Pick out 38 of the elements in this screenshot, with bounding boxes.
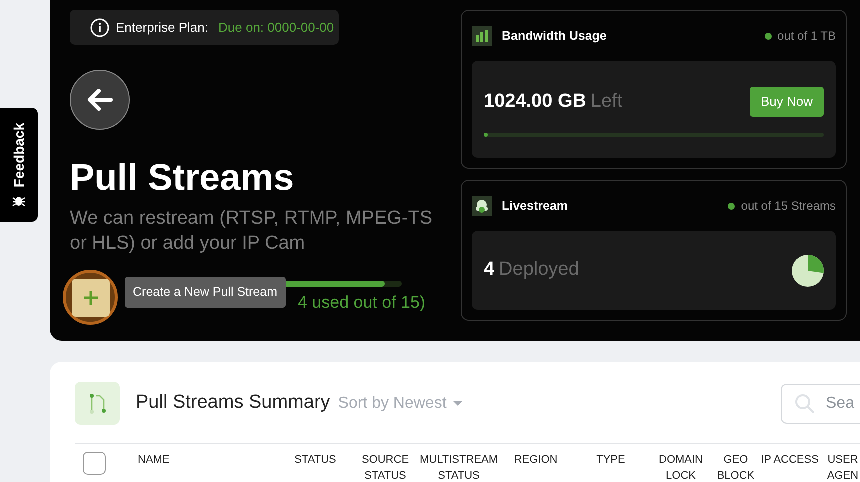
cloud-icon	[472, 196, 492, 216]
back-arrow-icon	[87, 89, 113, 111]
column-header: TYPE	[596, 453, 626, 468]
buy-now-button[interactable]: Buy Now	[750, 87, 824, 116]
card-title: Livestream	[502, 198, 568, 215]
plan-label: Enterprise Plan:	[116, 18, 208, 37]
info-icon	[90, 18, 110, 38]
search-icon	[795, 394, 815, 414]
caret-icon	[452, 401, 463, 406]
column-header: SOURCE STATUS	[360, 453, 410, 482]
column-header: GEO BLOCK	[716, 453, 756, 482]
column-header: REGION	[513, 453, 559, 468]
tooltip: Create a New Pull Stream	[125, 277, 286, 308]
sort-dropdown[interactable]: Sort by Newest	[338, 392, 463, 416]
feedback-tab[interactable]: Feedback	[0, 108, 38, 222]
column-header: IP ACCESS	[760, 453, 820, 468]
column-header: NAME	[138, 453, 171, 468]
search-field[interactable]: Sea	[781, 384, 860, 424]
card-title: Bandwidth Usage	[502, 28, 607, 45]
limit-text: out of 1 TB	[778, 28, 836, 45]
column-header: USER AGEN	[826, 453, 860, 482]
column-header: DOMAIN LOCK	[658, 453, 704, 482]
branch-icon	[75, 382, 120, 425]
limit-text: out of 15 Streams	[741, 198, 836, 215]
page-subtitle: We can restream (RTSP, RTMP, MPEG-TS or HLS) or add your IP Cam	[70, 207, 434, 256]
page-title: Pull Streams	[70, 156, 296, 200]
status-dot	[728, 202, 736, 210]
status-dot	[764, 32, 772, 40]
bandwidth-left: 1024.00 GB Left	[484, 90, 623, 114]
deployed-count: 4 Deployed	[484, 258, 580, 282]
column-header: MULTISTREAM STATUS	[418, 453, 500, 482]
select-all-checkbox[interactable]	[83, 452, 106, 475]
pie-icon	[792, 254, 824, 286]
stream-usage-text: 4 used out of 15)	[298, 292, 426, 314]
plus-icon	[82, 290, 98, 306]
column-header: STATUS	[294, 453, 338, 468]
due-date: Due on: 0000-00-00	[218, 18, 334, 37]
summary-title: Pull Streams Summary	[136, 391, 330, 416]
